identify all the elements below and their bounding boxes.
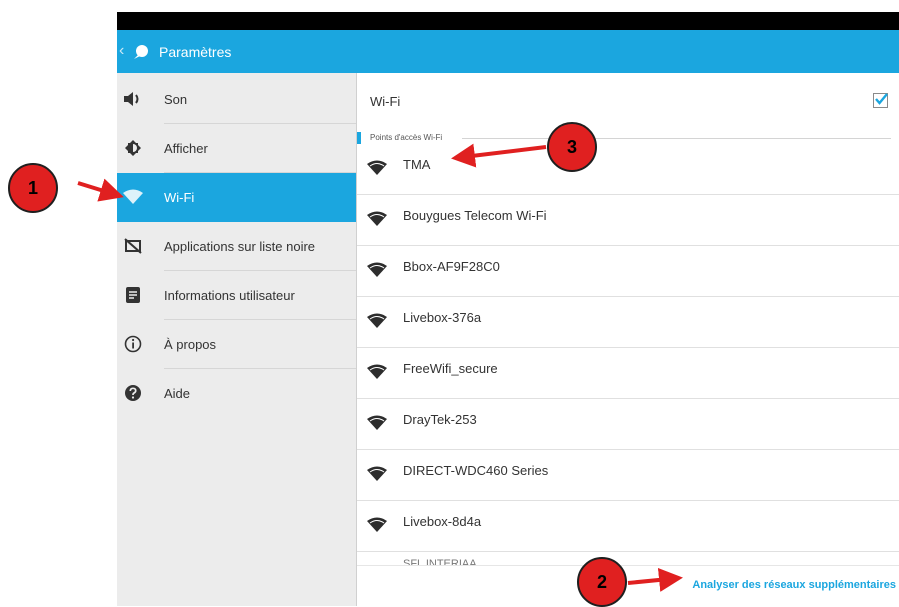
annotation-badge-3: 3 (547, 122, 597, 172)
annotation-arrow-2 (627, 568, 683, 592)
annotation-arrows (77, 143, 683, 592)
annotation-arrow-3 (451, 143, 547, 168)
annotation-badge-2: 2 (577, 557, 627, 607)
annotation-arrow-1 (77, 178, 124, 202)
annotation-badge-1: 1 (8, 163, 58, 213)
